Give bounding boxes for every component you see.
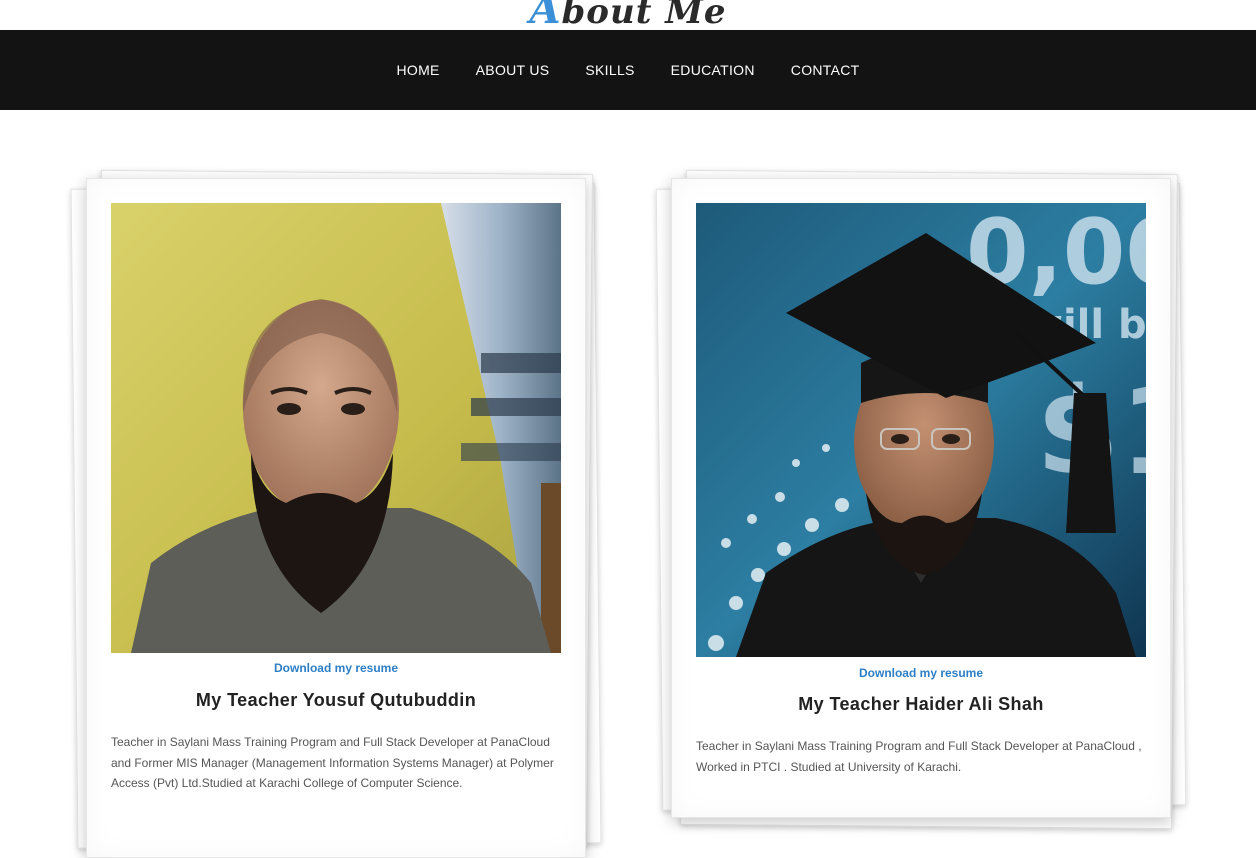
nav-contact[interactable]: CONTACT [791, 62, 860, 78]
logo-initial: A [529, 0, 562, 30]
profile-photo-haider: 0,00 will b $1 [696, 203, 1146, 657]
nav-skills[interactable]: SKILLS [585, 62, 634, 78]
download-resume-link[interactable]: Download my resume [87, 661, 585, 675]
profile-card-1: Download my resume My Teacher Yousuf Qut… [86, 178, 586, 858]
profile-description: Teacher in Saylani Mass Training Program… [696, 739, 1142, 774]
profile-title: My Teacher Yousuf Qutubuddin [195, 690, 477, 710]
nav-education[interactable]: EDUCATION [671, 62, 755, 78]
profile-title: My Teacher Haider Ali Shah [798, 694, 1044, 714]
site-logo[interactable]: About Me [0, 0, 1256, 30]
download-resume-link[interactable]: Download my resume [672, 666, 1170, 680]
nav-home[interactable]: HOME [396, 62, 439, 78]
main-nav: HOME ABOUT US SKILLS EDUCATION CONTACT [0, 30, 1256, 110]
main-navbar: HOME ABOUT US SKILLS EDUCATION CONTACT [0, 30, 1256, 110]
profile-card-2: 0,00 will b $1 [671, 178, 1171, 818]
nav-about-us[interactable]: ABOUT US [476, 62, 550, 78]
profile-photo-yousuf [111, 203, 561, 653]
logo-text: bout Me [561, 0, 727, 30]
logo-bar: About Me [0, 0, 1256, 30]
profile-description: Teacher in Saylani Mass Training Program… [111, 735, 554, 790]
